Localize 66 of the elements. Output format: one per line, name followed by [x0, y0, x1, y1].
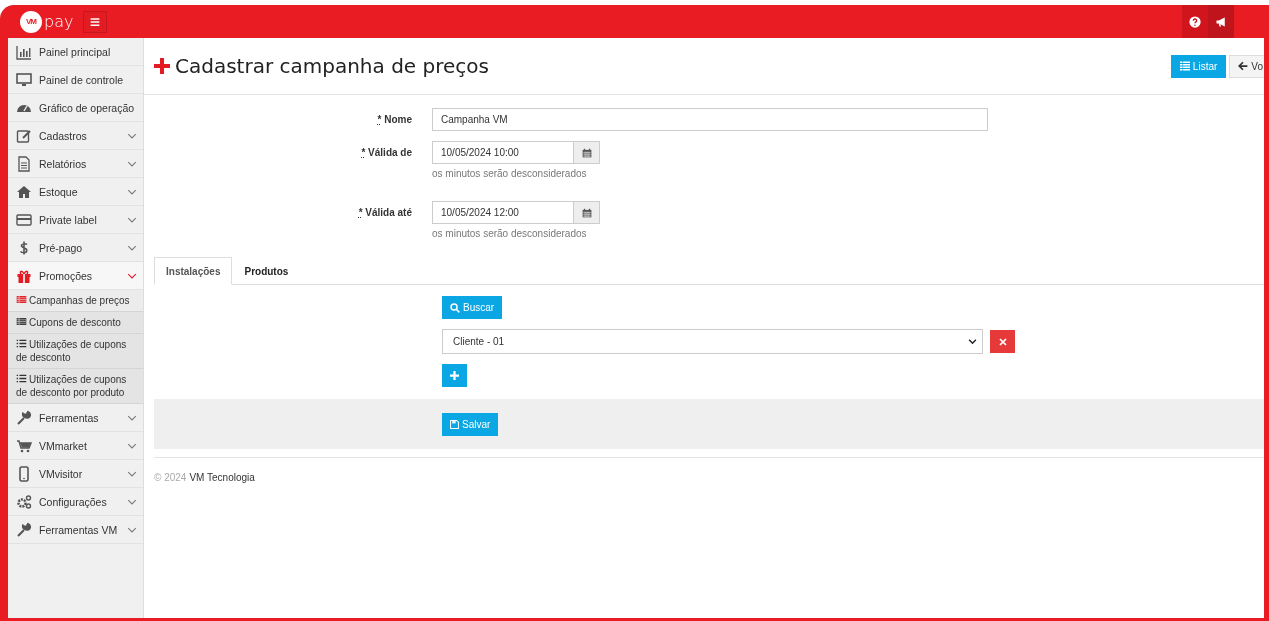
- sidebar-item[interactable]: Ferramentas: [8, 404, 143, 432]
- list-icon: [16, 373, 27, 384]
- help-text: os minutos serão desconsiderados: [432, 168, 588, 179]
- chevron-down-icon: [968, 337, 977, 346]
- back-button[interactable]: Vo: [1229, 54, 1264, 78]
- submenu-item[interactable]: Utilizações de cupons de desconto: [8, 334, 143, 369]
- document-icon: [16, 155, 32, 172]
- edit-icon: [16, 127, 32, 144]
- mobile-phone-icon: [16, 465, 32, 482]
- house-icon: [16, 183, 32, 200]
- help-button[interactable]: [1182, 5, 1208, 38]
- vm-pay-logo[interactable]: VM pay: [20, 10, 74, 33]
- date-input[interactable]: 10/05/2024 10:00: [432, 141, 574, 164]
- help-icon: [1189, 15, 1201, 28]
- page-title: Cadastrar campanha de preços: [175, 54, 489, 78]
- list-icon: [16, 338, 27, 349]
- wrench-icon: [16, 409, 32, 426]
- monitor-icon: [16, 71, 32, 88]
- submenu-item[interactable]: Utilizações de cupons de desconto por produto: [8, 369, 143, 404]
- field-label: * Nome: [376, 113, 412, 127]
- bar-chart-icon: [16, 43, 32, 60]
- sidebar-item[interactable]: Painel de controle: [8, 66, 143, 94]
- table-list-icon: [16, 316, 27, 327]
- tab[interactable]: Instalações: [154, 257, 233, 285]
- sidebar-item[interactable]: Relatórios: [8, 150, 143, 178]
- list-icon: [1179, 61, 1190, 71]
- sidebar-item[interactable]: Ferramentas VM: [8, 516, 143, 544]
- calendar-icon: [581, 147, 592, 158]
- copyright-text: © 2024: [154, 472, 187, 483]
- sidebar-item[interactable]: Gráfico de operação: [8, 94, 143, 122]
- sidebar-item[interactable]: Estoque: [8, 178, 143, 206]
- date-input[interactable]: 10/05/2024 12:00: [432, 201, 574, 224]
- menu-button[interactable]: [83, 10, 108, 33]
- calendar-button[interactable]: [574, 141, 600, 164]
- text-input[interactable]: Campanha VM: [432, 108, 988, 131]
- sidebar-item[interactable]: VMmarket: [8, 432, 143, 460]
- close-icon: [998, 337, 1007, 346]
- wrench-icon: [16, 521, 32, 538]
- sidebar-item[interactable]: Private label: [8, 206, 143, 234]
- calendar-icon: [581, 207, 592, 218]
- table-list-icon: [16, 294, 27, 305]
- field-label: * Válida de: [360, 146, 412, 160]
- search-icon: [450, 302, 460, 313]
- arrow-left-icon: [1238, 61, 1249, 71]
- megaphone-icon: [1215, 15, 1227, 28]
- sidebar-item[interactable]: VMvisitor: [8, 460, 143, 488]
- help-text: os minutos serão desconsiderados: [432, 228, 588, 239]
- credit-card-icon: [16, 211, 32, 228]
- remove-button[interactable]: [990, 330, 1015, 353]
- sidebar-item[interactable]: Painel principal: [8, 38, 143, 66]
- tab[interactable]: Produtos: [232, 257, 301, 285]
- sidebar-item[interactable]: Promoções: [8, 262, 143, 290]
- plus-icon: [154, 58, 170, 74]
- submenu-item[interactable]: Campanhas de preços: [8, 290, 143, 312]
- field-label: * Válida até: [357, 206, 412, 220]
- add-button[interactable]: [442, 364, 467, 387]
- calendar-button[interactable]: [574, 201, 600, 224]
- sidebar-item[interactable]: Cadastros: [8, 122, 143, 150]
- submenu-item[interactable]: Cupons de desconto: [8, 312, 143, 334]
- company-link[interactable]: VM Tecnologia: [189, 472, 255, 483]
- menu-icon: [90, 16, 101, 27]
- sidebar-item[interactable]: Configurações: [8, 488, 143, 516]
- announcements-button[interactable]: [1208, 5, 1234, 38]
- installation-select[interactable]: Cliente - 01: [442, 329, 983, 354]
- shopping-cart-icon: [16, 437, 32, 454]
- plus-icon: [450, 371, 459, 380]
